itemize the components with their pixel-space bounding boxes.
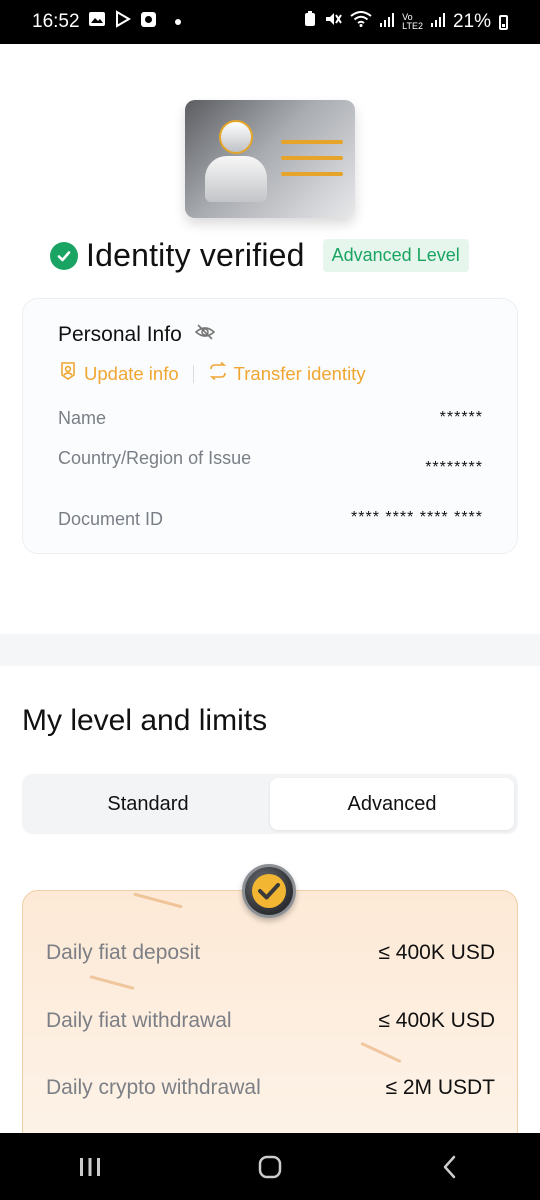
decorative-streak	[89, 975, 135, 990]
mute-icon	[324, 11, 342, 33]
name-label: Name	[58, 408, 107, 428]
dot-icon	[174, 19, 181, 25]
personal-info-title: Personal Info	[58, 323, 182, 346]
home-icon[interactable]	[240, 1142, 300, 1192]
limit-label: Daily fiat deposit	[46, 941, 201, 964]
limits-card: Daily fiat deposit ≤ 400K USD Daily fiat…	[22, 890, 518, 1133]
id-card-illustration	[185, 100, 355, 218]
update-info-button[interactable]: Update info	[58, 361, 179, 386]
limit-value: ≤ 400K USD	[378, 941, 495, 964]
limit-value: ≤ 2M USDT	[385, 1076, 495, 1099]
play-store-icon	[114, 10, 132, 34]
app-icon	[140, 11, 157, 34]
document-id-label: Document ID	[58, 509, 164, 529]
signal-icon-2	[430, 11, 445, 33]
level-tabs: Standard Advanced	[22, 774, 518, 834]
id-card-avatar-head	[219, 120, 253, 154]
personal-info-actions: Update info Transfer identity	[58, 361, 366, 386]
tab-advanced[interactable]: Advanced	[270, 778, 514, 830]
document-id-value: **** **** **** ****	[351, 509, 483, 526]
wifi-icon	[350, 11, 372, 33]
country-label: Country/Region of Issue	[58, 448, 252, 468]
transfer-identity-button[interactable]: Transfer identity	[208, 361, 366, 386]
verified-check-icon	[50, 241, 78, 270]
tab-standard[interactable]: Standard	[26, 778, 270, 830]
system-nav-bar	[0, 1133, 540, 1200]
status-bar: 16:52 Vo LTE2 21%	[0, 0, 540, 44]
section-divider	[0, 634, 540, 666]
battery-saver-icon	[304, 11, 316, 33]
verification-title: Identity verified	[86, 237, 305, 273]
transfer-identity-label: Transfer identity	[233, 362, 366, 384]
decorative-streak	[360, 1041, 402, 1064]
back-icon[interactable]	[420, 1142, 480, 1192]
recent-apps-icon[interactable]	[60, 1142, 120, 1192]
transfer-icon	[208, 361, 228, 386]
id-card-line	[281, 156, 343, 160]
name-value: ******	[439, 409, 483, 426]
update-info-icon	[58, 361, 78, 386]
action-divider	[192, 364, 194, 383]
limits-title: My level and limits	[22, 704, 268, 737]
update-info-label: Update info	[84, 362, 179, 384]
advanced-level-medal-icon	[242, 864, 296, 918]
level-badge: Advanced Level	[322, 239, 469, 272]
verification-status: Identity verified Advanced Level	[50, 237, 469, 274]
status-time: 16:52	[32, 11, 80, 32]
id-card-avatar-body	[205, 156, 267, 202]
id-card-line	[281, 140, 343, 144]
main-content: Identity verified Advanced Level Persona…	[0, 44, 540, 1133]
limit-value: ≤ 400K USD	[378, 1009, 495, 1032]
id-card-line	[281, 172, 343, 176]
decorative-streak	[133, 892, 183, 909]
limit-label: Daily crypto withdrawal	[46, 1076, 261, 1099]
personal-info-header: Personal Info	[58, 323, 216, 347]
battery-percent: 21%	[452, 11, 491, 32]
limit-label: Daily fiat withdrawal	[46, 1009, 232, 1032]
volte-icon: Vo LTE2	[402, 12, 423, 31]
country-value: ********	[425, 459, 483, 476]
gallery-icon	[88, 11, 106, 33]
hide-eye-icon[interactable]	[194, 323, 216, 347]
signal-icon	[380, 11, 395, 33]
personal-info-card: Personal Info Update info Transfer ident…	[22, 298, 518, 554]
battery-icon	[499, 14, 508, 30]
